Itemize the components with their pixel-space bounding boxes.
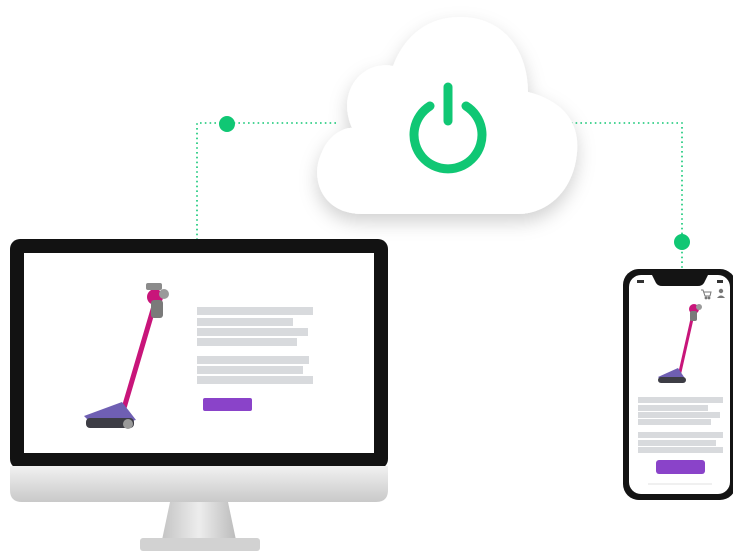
connector-right — [566, 122, 683, 270]
text-line — [197, 318, 293, 326]
monitor-stand-base — [140, 538, 260, 551]
battery-icon — [717, 280, 723, 283]
signal-icon — [637, 280, 644, 283]
text-line — [638, 432, 723, 438]
text-line — [638, 405, 708, 411]
connector-node-left — [219, 116, 235, 132]
illustration-canvas — [10, 16, 733, 551]
monitor-chin — [10, 466, 388, 502]
monitor-stand — [162, 502, 236, 540]
text-line — [638, 419, 711, 425]
desktop-monitor — [10, 239, 388, 551]
monitor-screen — [24, 253, 374, 453]
connector-left — [196, 122, 336, 240]
text-line — [197, 338, 297, 346]
text-line — [197, 356, 309, 364]
connector-node-right — [674, 234, 690, 250]
text-line — [638, 440, 716, 446]
text-line — [638, 397, 723, 403]
text-line — [638, 447, 723, 453]
text-line — [197, 376, 313, 384]
text-line — [197, 328, 308, 336]
desktop-cta-button[interactable] — [203, 398, 252, 411]
phone-cta-button[interactable] — [656, 460, 705, 474]
phone-notch — [652, 275, 708, 286]
smartphone — [623, 269, 733, 500]
text-line — [638, 412, 720, 418]
text-line — [197, 307, 313, 315]
text-line — [197, 366, 303, 374]
